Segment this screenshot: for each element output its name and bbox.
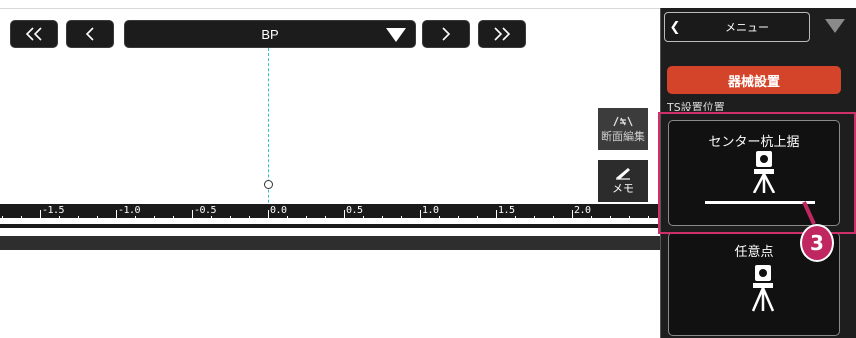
ruler-tick-label: 1.5 xyxy=(498,205,515,216)
offset-ruler xyxy=(0,204,660,228)
ruler-minor-tick xyxy=(249,216,250,222)
dropdown-arrow-icon xyxy=(386,28,406,42)
ruler-minor-tick xyxy=(21,216,22,222)
ruler-minor-tick xyxy=(572,216,573,222)
double-chevron-left-icon xyxy=(25,27,42,41)
memo-button[interactable]: メモ xyxy=(598,160,648,202)
pencil-icon xyxy=(616,168,630,180)
panel-collapse-arrow-icon[interactable] xyxy=(824,18,846,34)
ruler-minor-tick xyxy=(154,216,155,222)
ruler-minor-tick xyxy=(230,216,231,222)
ruler-minor-tick xyxy=(458,216,459,222)
canvas-top-border xyxy=(0,8,660,9)
ruler-tick-label: -0.5 xyxy=(194,205,217,216)
ruler-minor-tick xyxy=(401,216,402,222)
ruler-minor-tick xyxy=(211,216,212,222)
instrument-setup-button[interactable]: 器械設置 xyxy=(667,66,841,94)
menu-label: メニュー xyxy=(725,21,769,34)
menu-button[interactable]: ❮ メニュー xyxy=(664,12,810,42)
ruler-baseline xyxy=(0,218,660,224)
instrument-setup-label: 器械設置 xyxy=(727,74,780,90)
callout-pointer-icon xyxy=(802,201,816,225)
ruler-minor-tick xyxy=(629,216,630,222)
ruler-minor-tick xyxy=(591,216,592,222)
prev-station-button[interactable] xyxy=(66,20,114,48)
ruler-minor-tick xyxy=(496,216,497,222)
ruler-minor-tick xyxy=(116,216,117,222)
ruler-minor-tick xyxy=(477,216,478,222)
ruler-minor-tick xyxy=(325,216,326,222)
ruler-minor-tick xyxy=(420,216,421,222)
ts-position-label: TS設置位置 xyxy=(667,101,725,111)
ruler-minor-tick xyxy=(173,216,174,222)
ruler-tick-label: 0.0 xyxy=(270,205,287,216)
centerline xyxy=(268,48,269,228)
ruler-minor-tick xyxy=(97,216,98,222)
station-value: BP xyxy=(261,26,279,42)
last-station-button[interactable] xyxy=(478,20,526,48)
ruler-tick-label: -1.0 xyxy=(118,205,141,216)
step-callout-badge: 3 xyxy=(800,224,834,262)
ruler-tick-label: 1.0 xyxy=(422,205,439,216)
ruler-minor-tick xyxy=(287,216,288,222)
ruler-minor-tick xyxy=(553,216,554,222)
memo-label: メモ xyxy=(612,182,634,195)
ruler-minor-tick xyxy=(40,216,41,222)
section-profile-icon xyxy=(613,116,633,127)
first-station-button[interactable] xyxy=(10,20,58,48)
ruler-minor-tick xyxy=(382,216,383,222)
ruler-minor-tick xyxy=(439,216,440,222)
ruler-tick-label: 2.0 xyxy=(574,205,591,216)
ruler-minor-tick xyxy=(344,216,345,222)
ruler-minor-tick xyxy=(59,216,60,222)
total-station-icon xyxy=(751,265,775,312)
ruler-minor-tick xyxy=(306,216,307,222)
ruler-minor-tick xyxy=(268,216,269,222)
section-edit-button[interactable]: 断面編集 xyxy=(598,108,648,150)
ruler-tick-label: -1.5 xyxy=(42,205,65,216)
ruler-minor-tick xyxy=(534,216,535,222)
ruler-minor-tick xyxy=(78,216,79,222)
chevron-left-icon: ❮ xyxy=(669,19,681,35)
ruler-minor-tick xyxy=(192,216,193,222)
ruler-minor-tick xyxy=(135,216,136,222)
ruler-minor-tick xyxy=(648,216,649,222)
station-select[interactable]: BP xyxy=(124,20,416,48)
ruler-minor-tick xyxy=(610,216,611,222)
ruler-minor-tick xyxy=(363,216,364,222)
section-edit-label: 断面編集 xyxy=(601,130,645,143)
ruler-minor-tick xyxy=(515,216,516,222)
ruler-minor-tick xyxy=(2,216,3,222)
selection-highlight xyxy=(658,112,856,234)
ground-band xyxy=(0,236,660,250)
ruler-tick-label: 0.5 xyxy=(346,205,363,216)
double-chevron-right-icon xyxy=(494,27,511,41)
center-point-marker[interactable] xyxy=(264,180,273,189)
next-station-button[interactable] xyxy=(422,20,470,48)
chevron-right-icon xyxy=(442,27,451,41)
chevron-left-icon xyxy=(85,27,94,41)
